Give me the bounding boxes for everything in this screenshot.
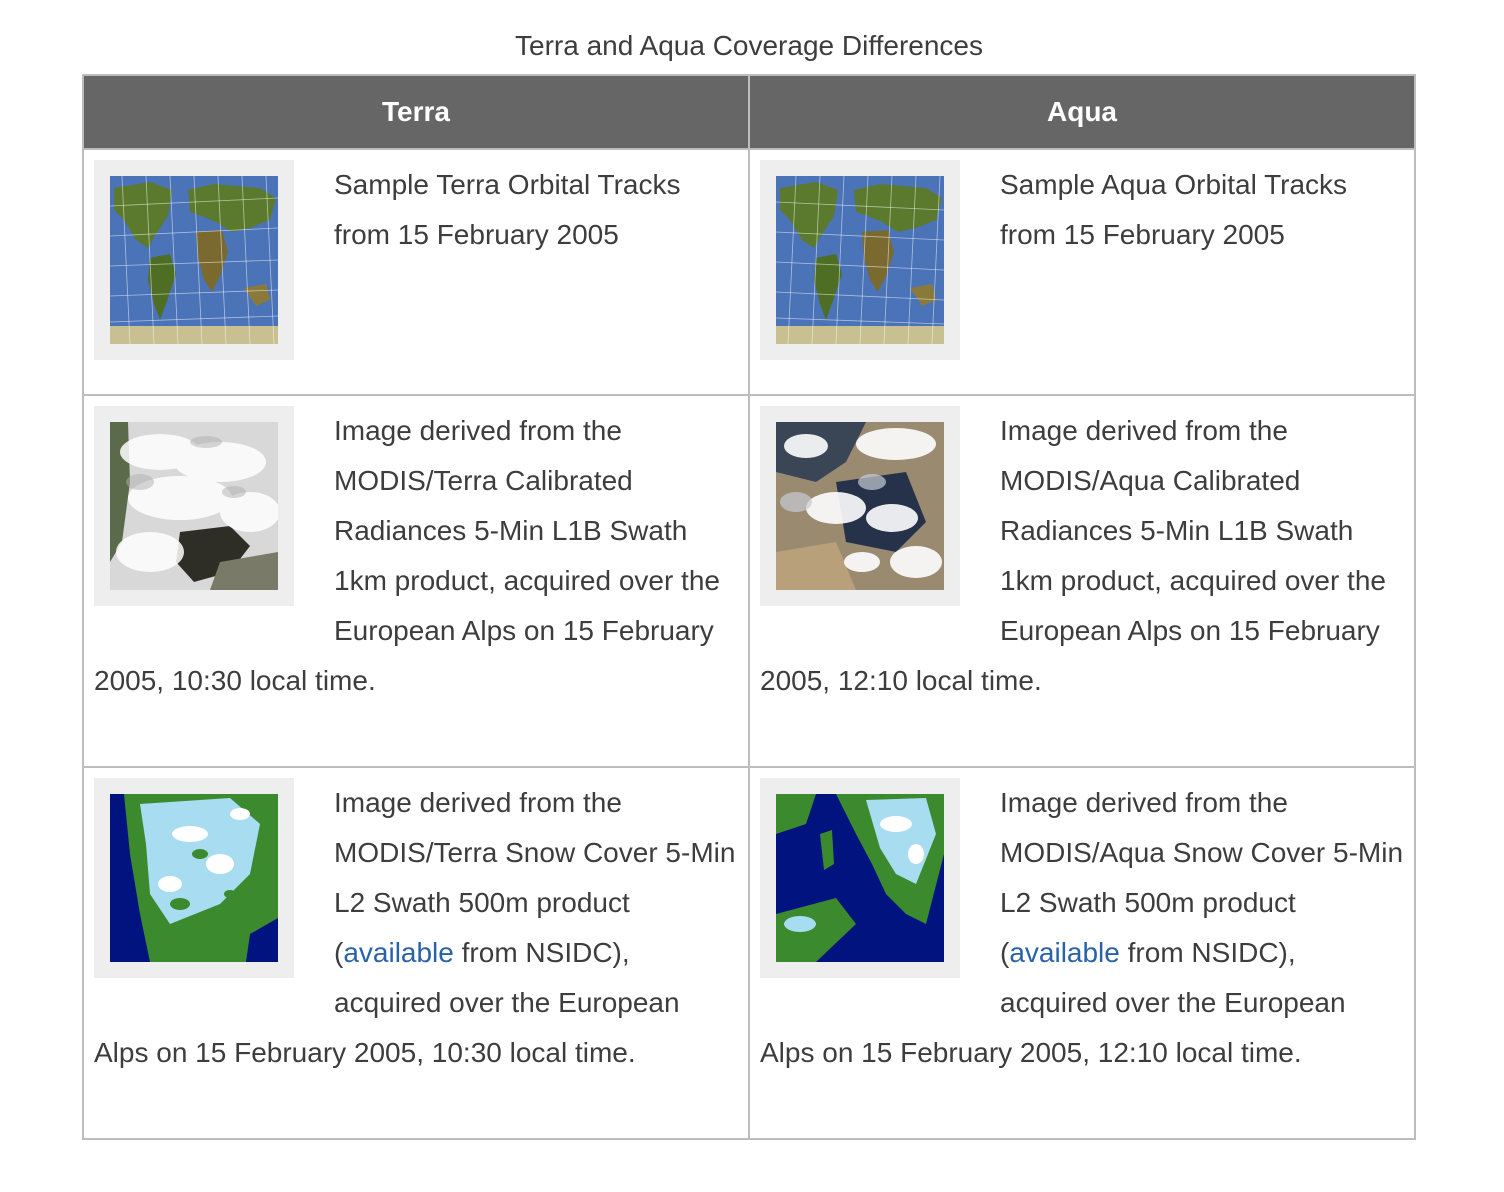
header-row: Terra Aqua <box>82 74 1416 150</box>
table-caption: Terra and Aqua Coverage Differences <box>515 30 983 61</box>
table-row: Sample Terra Orbital Tracks from 15 Febr… <box>82 148 1416 396</box>
column-header-aqua: Aqua <box>748 74 1416 150</box>
table-row: Image derived from the MODIS/Terra Snow … <box>82 766 1416 1140</box>
column-header-terra: Terra <box>82 74 750 150</box>
terra-radiance-cell: Image derived from the MODIS/Terra Calib… <box>82 394 750 768</box>
aqua-available-link[interactable]: available <box>1009 937 1120 968</box>
terra-available-link[interactable]: available <box>343 937 454 968</box>
aqua-orbit-cell: Sample Aqua Orbital Tracks from 15 Febru… <box>748 148 1416 396</box>
snow-cover-map <box>776 794 944 962</box>
aqua-radiance-cell: Image derived from the MODIS/Aqua Calibr… <box>748 394 1416 768</box>
terra-snow-thumbnail[interactable] <box>94 778 294 978</box>
terra-orbit-cell: Sample Terra Orbital Tracks from 15 Febr… <box>82 148 750 396</box>
world-orbital-tracks-map <box>776 176 944 344</box>
aqua-snow-cell: Image derived from the MODIS/Aqua Snow C… <box>748 766 1416 1140</box>
world-orbital-tracks-map <box>110 176 278 344</box>
table-row: Image derived from the MODIS/Terra Calib… <box>82 394 1416 768</box>
aqua-snow-thumbnail[interactable] <box>760 778 960 978</box>
cloudy-alps-satellite-image <box>776 422 944 590</box>
terra-snow-cell: Image derived from the MODIS/Terra Snow … <box>82 766 750 1140</box>
aqua-radiance-thumbnail[interactable] <box>760 406 960 606</box>
aqua-orbit-thumbnail[interactable] <box>760 160 960 360</box>
coverage-table: Terra Aqua Sample Terra Orbital Tracks f… <box>82 74 1416 1140</box>
cloudy-alps-satellite-image <box>110 422 278 590</box>
aqua-orbit-description: Sample Aqua Orbital Tracks from 15 Febru… <box>1000 169 1348 250</box>
terra-orbit-thumbnail[interactable] <box>94 160 294 360</box>
snow-cover-map <box>110 794 278 962</box>
terra-radiance-thumbnail[interactable] <box>94 406 294 606</box>
terra-orbit-description: Sample Terra Orbital Tracks from 15 Febr… <box>334 169 681 250</box>
